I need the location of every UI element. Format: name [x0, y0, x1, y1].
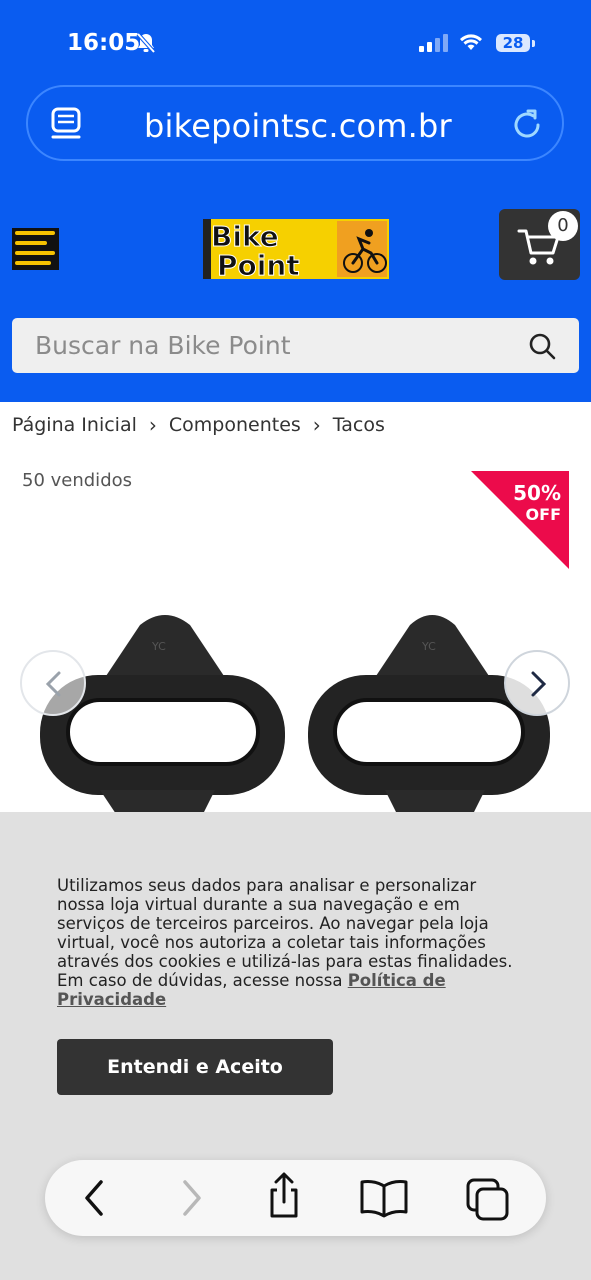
cleat-left: YC: [40, 615, 285, 812]
chevron-right-icon: ›: [312, 413, 321, 437]
site-logo[interactable]: Bike Point: [203, 213, 389, 285]
breadcrumb-home[interactable]: Página Inicial: [12, 414, 137, 436]
share-icon[interactable]: [264, 1172, 304, 1224]
cleat-marking: YC: [151, 640, 166, 653]
battery-indicator: 28: [496, 34, 535, 52]
back-icon[interactable]: [79, 1178, 109, 1222]
cart-button[interactable]: 0: [499, 209, 580, 280]
search-input[interactable]: Buscar na Bike Point: [35, 331, 291, 360]
logo-point-text: Point: [217, 249, 300, 282]
menu-icon[interactable]: [12, 228, 59, 270]
status-time: 16:05: [67, 30, 141, 56]
status-bar: 16:05 28: [0, 0, 591, 80]
product-image-carousel[interactable]: YC YC: [0, 580, 591, 812]
search-icon[interactable]: [528, 332, 556, 364]
wifi-icon: [459, 33, 483, 55]
search-box[interactable]: Buscar na Bike Point: [12, 318, 579, 373]
cart-count-badge: 0: [548, 211, 578, 241]
cookie-text: Utilizamos seus dados para analisar e pe…: [57, 876, 527, 1009]
cleat-right: YC: [308, 615, 550, 812]
chevron-right-icon: ›: [148, 413, 157, 437]
header-area: 16:05 28 bikepointsc.com.br Bike Point 0…: [0, 0, 591, 402]
sold-count: 50 vendidos: [22, 470, 133, 491]
carousel-next-button[interactable]: [504, 650, 570, 716]
breadcrumb: Página Inicial › Componentes › Tacos: [12, 413, 385, 437]
breadcrumb-tacos[interactable]: Tacos: [333, 414, 385, 436]
chevron-right-icon: [531, 671, 547, 697]
discount-off: OFF: [525, 505, 561, 524]
browser-toolbar: [45, 1160, 546, 1236]
cleat-marking: YC: [421, 640, 436, 653]
discount-badge: 50% OFF: [471, 471, 569, 569]
reload-icon[interactable]: [510, 107, 544, 147]
signal-icon: [419, 34, 449, 56]
accept-cookies-button[interactable]: Entendi e Aceito: [57, 1039, 333, 1095]
bell-muted-icon: [136, 32, 156, 58]
reader-icon[interactable]: [50, 107, 84, 147]
forward-icon[interactable]: [177, 1178, 207, 1222]
address-bar[interactable]: bikepointsc.com.br: [26, 85, 564, 161]
bookmarks-icon[interactable]: [359, 1178, 409, 1222]
breadcrumb-componentes[interactable]: Componentes: [169, 414, 301, 436]
url-text[interactable]: bikepointsc.com.br: [144, 107, 452, 145]
carousel-prev-button[interactable]: [20, 650, 86, 716]
product-image: YC YC: [40, 615, 550, 812]
chevron-left-icon: [45, 671, 61, 697]
discount-percent: 50%: [513, 481, 561, 505]
tabs-icon[interactable]: [464, 1178, 512, 1228]
